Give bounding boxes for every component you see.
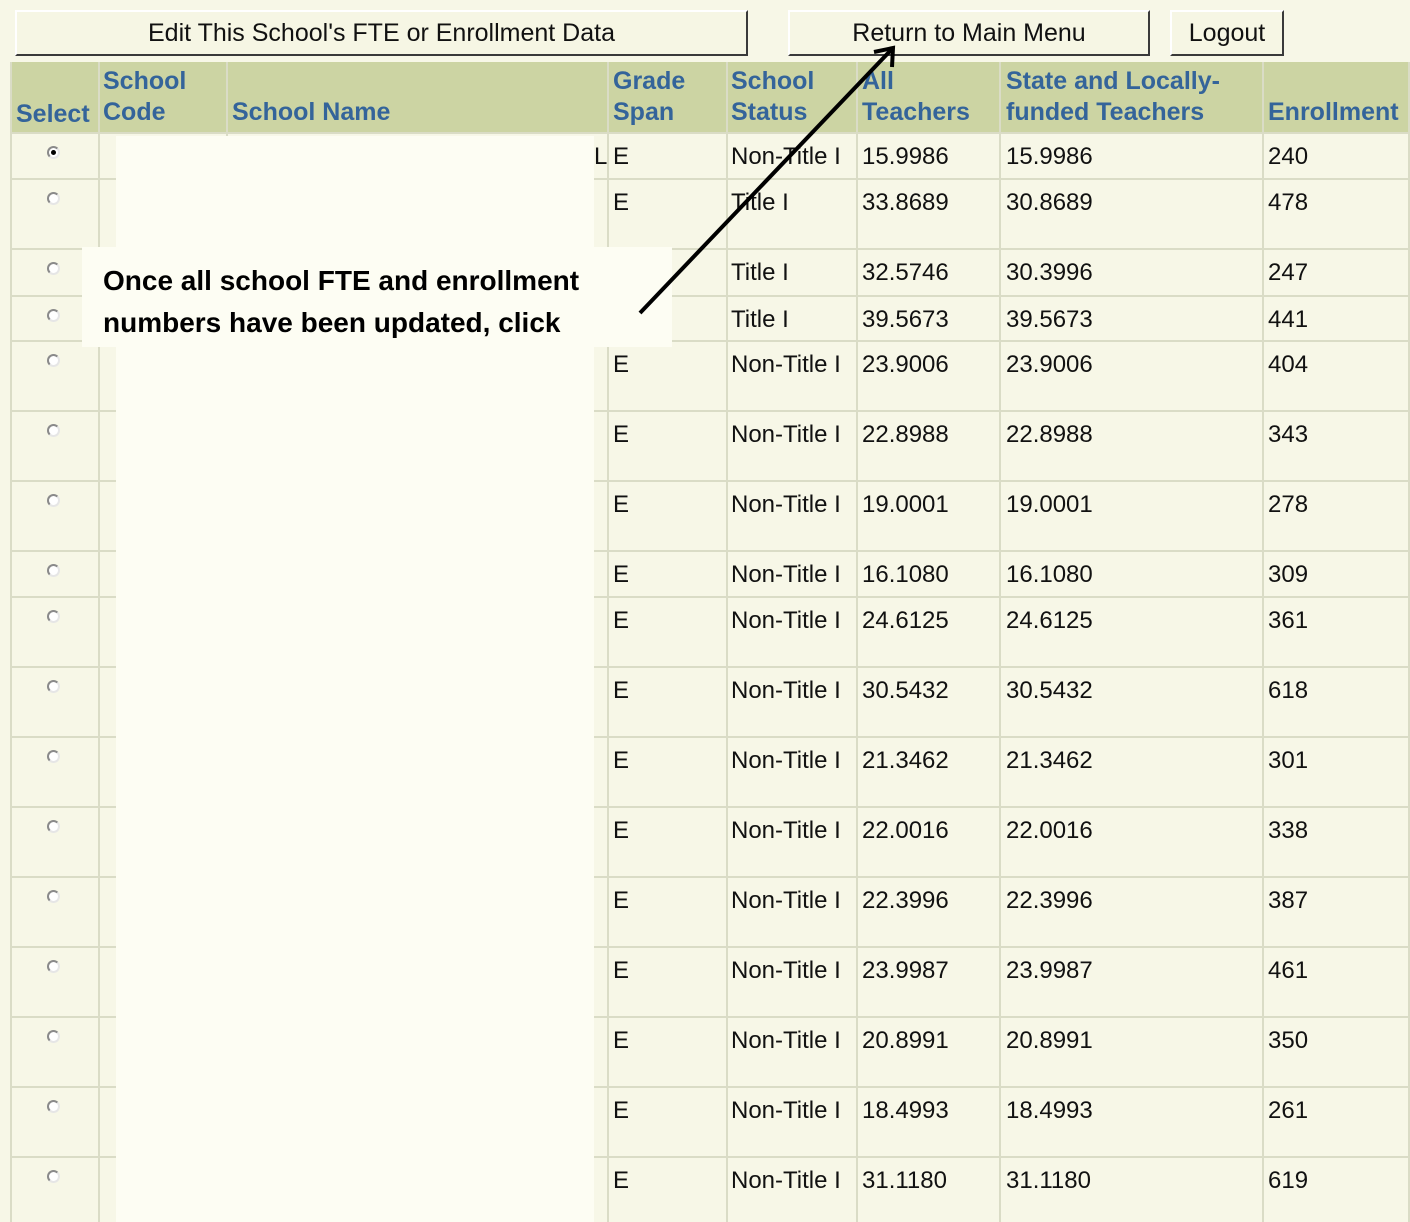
schools-table: Select School Code School Name Grade Spa… [0,0,1410,1222]
arrow-icon [638,45,896,315]
arrow-shaft [638,48,893,315]
